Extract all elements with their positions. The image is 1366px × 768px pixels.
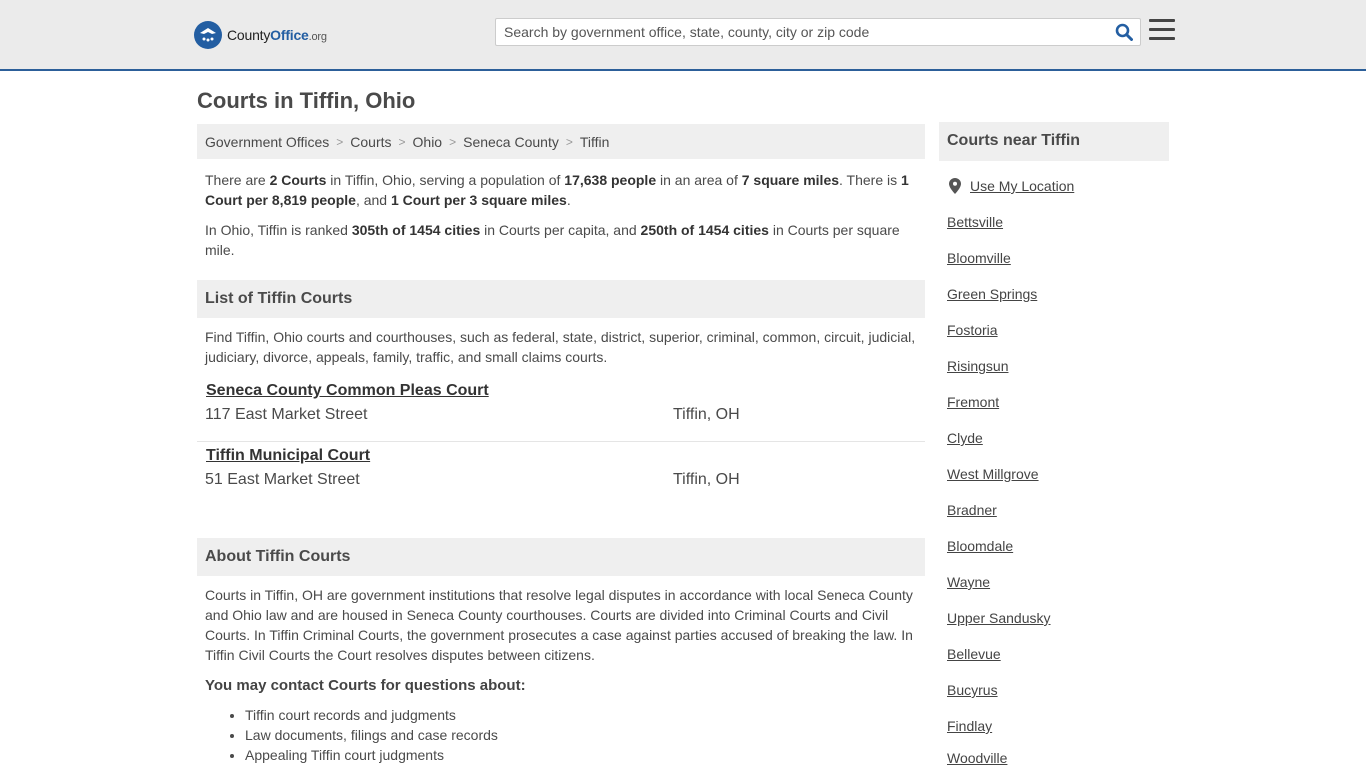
breadcrumb-ohio[interactable]: Ohio	[413, 134, 443, 150]
logo-wordmark: CountyOffice.org	[227, 27, 327, 43]
use-my-location-link[interactable]: Use My Location	[970, 178, 1074, 194]
list-description: Find Tiffin, Ohio courts and courthouses…	[205, 329, 916, 365]
sidebar-city-link[interactable]: Risingsun	[947, 358, 1008, 374]
sidebar-city-link[interactable]: Fremont	[947, 394, 999, 410]
search-box	[495, 18, 1141, 46]
sidebar-city-link[interactable]: Bloomville	[947, 250, 1011, 266]
court-listing: Tiffin Municipal Court 51 East Market St…	[197, 442, 925, 507]
sidebar-city-link[interactable]: Bellevue	[947, 646, 1001, 662]
sidebar-city-link[interactable]: Upper Sandusky	[947, 610, 1051, 626]
court-name-link[interactable]: Seneca County Common Pleas Court	[206, 382, 489, 400]
map-pin-icon	[949, 178, 961, 194]
sidebar-city-link[interactable]: Clyde	[947, 430, 983, 446]
sidebar-city-link[interactable]: Bucyrus	[947, 682, 998, 698]
search-input[interactable]	[496, 19, 1106, 45]
court-city: Tiffin, OH	[673, 471, 740, 488]
list-section-heading: List of Tiffin Courts	[197, 280, 925, 318]
sidebar-city-link[interactable]: Fostoria	[947, 322, 998, 338]
sidebar-city-link[interactable]: Bloomdale	[947, 538, 1013, 554]
court-listing: Seneca County Common Pleas Court 117 Eas…	[197, 377, 925, 442]
breadcrumb: Government Offices > Courts > Ohio > Sen…	[197, 124, 925, 159]
sidebar-city-link[interactable]: Findlay	[947, 718, 992, 734]
use-location: Use My Location	[949, 178, 1074, 194]
court-name-link[interactable]: Tiffin Municipal Court	[206, 447, 370, 465]
sidebar-heading: Courts near Tiffin	[939, 122, 1169, 161]
sidebar-city-link[interactable]: Green Springs	[947, 286, 1037, 302]
breadcrumb-seneca-county[interactable]: Seneca County	[463, 134, 559, 150]
intro-rank-paragraph: In Ohio, Tiffin is ranked 305th of 1454 …	[205, 222, 900, 258]
sidebar-city-link[interactable]: Woodville	[947, 750, 1007, 766]
site-logo[interactable]: CountyOffice.org	[194, 20, 327, 50]
breadcrumb-tiffin[interactable]: Tiffin	[580, 134, 610, 150]
contact-heading: You may contact Courts for questions abo…	[205, 677, 526, 694]
breadcrumb-government-offices[interactable]: Government Offices	[205, 134, 329, 150]
sidebar-city-link[interactable]: Bradner	[947, 502, 997, 518]
breadcrumb-courts[interactable]: Courts	[350, 134, 391, 150]
list-item: Law documents, filings and case records	[245, 725, 498, 745]
chevron-right-icon: >	[449, 134, 457, 149]
search-button[interactable]	[1112, 21, 1136, 43]
court-city: Tiffin, OH	[673, 406, 740, 423]
page-title: Courts in Tiffin, Ohio	[197, 88, 416, 113]
list-item: Tiffin court records and judgments	[245, 705, 498, 725]
about-text: Courts in Tiffin, OH are government inst…	[205, 587, 913, 663]
chevron-right-icon: >	[398, 134, 406, 149]
about-section-heading: About Tiffin Courts	[197, 538, 925, 576]
seal-icon	[194, 21, 222, 49]
sidebar-city-link[interactable]: Bettsville	[947, 214, 1003, 230]
sidebar-city-link[interactable]: West Millgrove	[947, 466, 1039, 482]
intro-stats-paragraph: There are 2 Courts in Tiffin, Ohio, serv…	[205, 172, 909, 208]
contact-topics-list: Tiffin court records and judgments Law d…	[245, 705, 498, 765]
list-item: Appealing Tiffin court judgments	[245, 745, 498, 765]
sidebar-city-link[interactable]: Wayne	[947, 574, 990, 590]
chevron-right-icon: >	[336, 134, 344, 149]
search-icon	[1115, 23, 1133, 41]
court-address: 117 East Market Street	[205, 406, 368, 423]
site-header: CountyOffice.org	[0, 0, 1366, 71]
hamburger-menu-icon[interactable]	[1149, 19, 1175, 43]
chevron-right-icon: >	[565, 134, 573, 149]
court-address: 51 East Market Street	[205, 471, 360, 488]
